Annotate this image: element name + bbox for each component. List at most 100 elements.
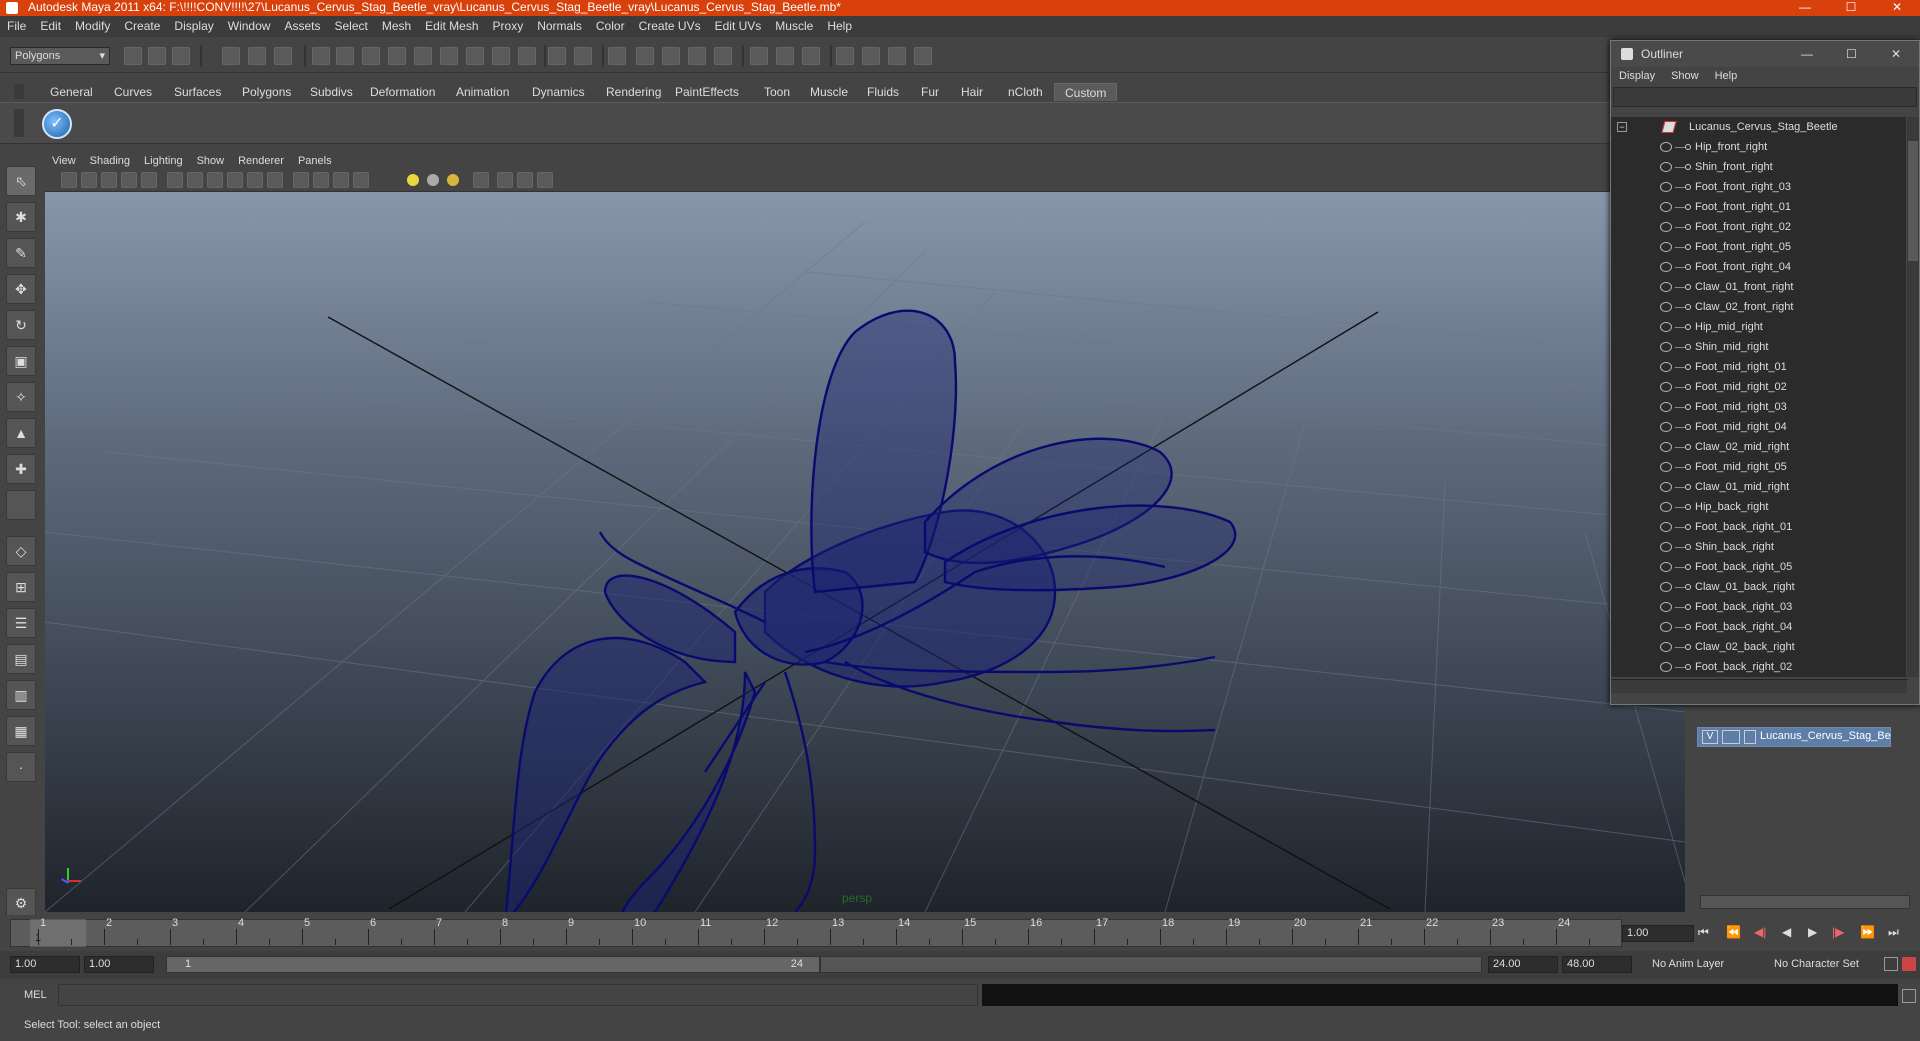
outliner-item[interactable]: Claw_01_mid_right bbox=[1611, 477, 1906, 497]
end-playback-field[interactable]: 24.00 bbox=[1488, 956, 1558, 973]
lasso-tool-icon[interactable]: ✱ bbox=[6, 202, 36, 232]
outliner-item[interactable]: Claw_01_back_right bbox=[1611, 577, 1906, 597]
step-forward-key-icon[interactable]: ⏩ bbox=[1860, 925, 1875, 939]
range-slider[interactable]: 1 24 bbox=[166, 956, 820, 973]
collapse-icon[interactable]: − bbox=[1617, 122, 1627, 132]
command-language-label[interactable]: MEL bbox=[24, 989, 47, 1001]
channel-box-icon[interactable] bbox=[802, 47, 820, 65]
select-hierarchy-icon[interactable] bbox=[222, 47, 240, 65]
outliner-item[interactable]: Claw_02_mid_right bbox=[1611, 437, 1906, 457]
layer-scrollbar[interactable] bbox=[1700, 895, 1910, 909]
panel-menu-shading[interactable]: Shading bbox=[83, 152, 137, 170]
select-tool-icon[interactable]: ⬁ bbox=[6, 166, 36, 196]
render-layout-icon[interactable]: ▦ bbox=[6, 716, 36, 746]
shelf-tab-custom[interactable]: Custom bbox=[1054, 83, 1118, 101]
outliner-layout-icon[interactable]: ☰ bbox=[6, 608, 36, 638]
safe-title-icon[interactable] bbox=[267, 172, 283, 188]
start-playback-field[interactable]: 1.00 bbox=[84, 956, 154, 973]
maximize-icon[interactable]: ☐ bbox=[1828, 0, 1874, 16]
select-camera-icon[interactable] bbox=[61, 172, 77, 188]
outliner-item[interactable]: Shin_front_right bbox=[1611, 157, 1906, 177]
snap-plane-icon[interactable] bbox=[414, 47, 432, 65]
menu-color[interactable]: Color bbox=[589, 16, 632, 37]
animation-prefs-icon[interactable] bbox=[1902, 957, 1916, 971]
outliner-item[interactable]: Foot_mid_right_03 bbox=[1611, 397, 1906, 417]
minimize-icon[interactable]: — bbox=[1782, 0, 1828, 16]
end-time-field[interactable]: 48.00 bbox=[1562, 956, 1632, 973]
history-icon[interactable] bbox=[466, 47, 484, 65]
outliner-item[interactable]: Foot_mid_right_05 bbox=[1611, 457, 1906, 477]
menu-edit[interactable]: Edit bbox=[33, 16, 68, 37]
shelf-tab-fluids[interactable]: Fluids bbox=[857, 83, 909, 101]
hypershade-icon[interactable] bbox=[688, 47, 706, 65]
all-lights-icon[interactable] bbox=[427, 174, 439, 186]
layout-options-icon[interactable]: · bbox=[6, 752, 36, 782]
outliner-item[interactable]: Foot_front_right_01 bbox=[1611, 197, 1906, 217]
outliner-item[interactable]: Foot_front_right_04 bbox=[1611, 257, 1906, 277]
outliner-close-icon[interactable]: ✕ bbox=[1891, 41, 1901, 67]
layer-row[interactable]: V Lucanus_Cervus_Stag_Be bbox=[1697, 727, 1891, 747]
snap-surface-icon[interactable] bbox=[440, 47, 458, 65]
snap-grid-icon[interactable] bbox=[336, 47, 354, 65]
shadows-icon[interactable] bbox=[447, 174, 459, 186]
outliner-item[interactable]: Claw_02_back_right bbox=[1611, 637, 1906, 657]
outliner-item[interactable]: Foot_front_right_05 bbox=[1611, 237, 1906, 257]
go-to-start-icon[interactable]: ⏮ bbox=[1698, 925, 1709, 940]
snap-point-icon[interactable] bbox=[388, 47, 406, 65]
auto-key-icon[interactable] bbox=[1884, 957, 1898, 971]
xray-icon[interactable] bbox=[473, 172, 489, 188]
outliner-item[interactable]: Foot_front_right_03 bbox=[1611, 177, 1906, 197]
menu-muscle[interactable]: Muscle bbox=[768, 16, 820, 37]
panel-menu-panels[interactable]: Panels bbox=[291, 152, 339, 170]
outliner-vscrollbar[interactable] bbox=[1907, 117, 1919, 677]
paint-select-tool-icon[interactable]: ✎ bbox=[6, 238, 36, 268]
shelf-tab-curves[interactable]: Curves bbox=[104, 83, 162, 101]
outliner-menu-help[interactable]: Help bbox=[1707, 67, 1746, 85]
selection-lock-icon[interactable] bbox=[574, 47, 592, 65]
wireframe-on-shaded-icon[interactable] bbox=[333, 172, 349, 188]
outliner-item[interactable]: Foot_back_right_03 bbox=[1611, 597, 1906, 617]
soft-mod-tool-icon[interactable]: ▲ bbox=[6, 418, 36, 448]
select-object-icon[interactable] bbox=[248, 47, 266, 65]
outliner-item[interactable]: Foot_front_right_02 bbox=[1611, 217, 1906, 237]
menu-edit-uvs[interactable]: Edit UVs bbox=[708, 16, 769, 37]
select-component-icon[interactable] bbox=[274, 47, 292, 65]
outliner-item[interactable]: Hip_back_right bbox=[1611, 497, 1906, 517]
outliner-vscroll-thumb[interactable] bbox=[1908, 141, 1918, 261]
save-scene-icon[interactable] bbox=[172, 47, 190, 65]
outliner-item[interactable]: Foot_back_right_04 bbox=[1611, 617, 1906, 637]
settings-icon[interactable] bbox=[914, 47, 932, 65]
panel-menu-view[interactable]: View bbox=[45, 152, 83, 170]
gate-mask-icon[interactable] bbox=[207, 172, 223, 188]
field-chart-icon[interactable] bbox=[227, 172, 243, 188]
panel-menu-renderer[interactable]: Renderer bbox=[231, 152, 291, 170]
resolution-gate-icon[interactable] bbox=[187, 172, 203, 188]
outliner-item[interactable]: Hip_front_right bbox=[1611, 137, 1906, 157]
graph-layout-icon[interactable]: ▤ bbox=[6, 644, 36, 674]
character-set-select[interactable]: No Character Set bbox=[1762, 956, 1880, 973]
menu-display[interactable]: Display bbox=[167, 16, 220, 37]
render-view-icon[interactable] bbox=[714, 47, 732, 65]
shelf-tab-painteffects[interactable]: PaintEffects bbox=[665, 83, 749, 101]
time-slider[interactable]: 1 12345678910111213141516171819202122232… bbox=[0, 915, 1920, 951]
timeline-track[interactable] bbox=[10, 919, 1622, 947]
safe-action-icon[interactable] bbox=[247, 172, 263, 188]
panel-layout-icon[interactable] bbox=[836, 47, 854, 65]
close-icon[interactable]: ✕ bbox=[1874, 0, 1920, 16]
grid-snap-icon[interactable] bbox=[537, 172, 553, 188]
menu-window[interactable]: Window bbox=[221, 16, 278, 37]
menu-help[interactable]: Help bbox=[820, 16, 859, 37]
menu-normals[interactable]: Normals bbox=[530, 16, 589, 37]
film-icon[interactable] bbox=[862, 47, 880, 65]
outliner-item[interactable]: Shin_back_right bbox=[1611, 537, 1906, 557]
tool-settings-icon[interactable] bbox=[776, 47, 794, 65]
outliner-item[interactable]: Claw_01_front_right bbox=[1611, 277, 1906, 297]
outliner-item[interactable]: Hip_mid_right bbox=[1611, 317, 1906, 337]
step-forward-frame-icon[interactable]: |▶ bbox=[1832, 925, 1844, 939]
outliner-item[interactable]: Foot_mid_right_01 bbox=[1611, 357, 1906, 377]
outliner-root-item[interactable]: − Lucanus_Cervus_Stag_Beetle bbox=[1611, 117, 1906, 137]
xray-joints-icon[interactable] bbox=[517, 172, 533, 188]
image-plane-icon[interactable] bbox=[121, 172, 137, 188]
shelf-options-icon[interactable] bbox=[14, 109, 24, 137]
perspective-viewport[interactable]: persp bbox=[45, 192, 1685, 912]
